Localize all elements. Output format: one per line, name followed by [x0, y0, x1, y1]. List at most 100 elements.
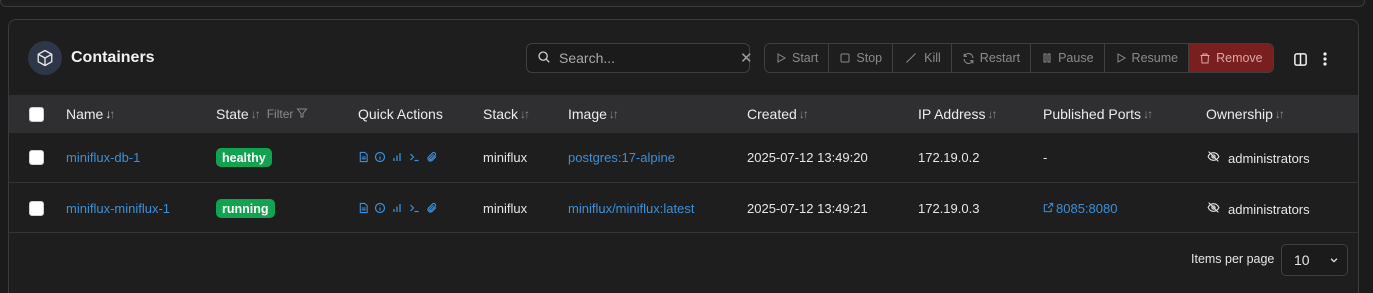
eye-off-icon — [1207, 201, 1220, 217]
restart-button[interactable]: Restart — [951, 44, 1032, 72]
search-input[interactable] — [559, 50, 740, 66]
column-name-label: Name — [66, 106, 104, 122]
trash-icon — [1199, 52, 1211, 65]
image-link[interactable]: miniflux/miniflux:latest — [568, 201, 694, 216]
columns-icon[interactable] — [1292, 51, 1308, 67]
stats-icon[interactable] — [391, 151, 403, 163]
sort-icon: ↓↑ — [1274, 107, 1285, 121]
column-created-label: Created — [747, 106, 797, 122]
sort-icon: ↓↑ — [250, 107, 261, 121]
cube-icon — [28, 41, 62, 75]
restart-label: Restart — [979, 51, 1021, 65]
ownership-value: administrators — [1228, 201, 1310, 217]
page-title: Containers — [71, 49, 155, 66]
console-icon[interactable] — [408, 151, 421, 163]
column-image-label: Image — [568, 106, 607, 122]
resume-label: Resume — [1131, 51, 1179, 65]
row-checkbox[interactable] — [29, 150, 44, 165]
column-ip-label: IP Address — [918, 106, 986, 122]
sort-icon: ↓↑ — [798, 107, 809, 121]
items-per-page-value: 10 — [1294, 252, 1310, 268]
search-box[interactable]: ✕ — [526, 43, 753, 73]
table-header: Name ↓↑ State ↓↑ Filter Quick Actions St… — [9, 95, 1358, 133]
stop-button[interactable]: Stop — [829, 44, 894, 72]
chevron-down-icon — [1329, 252, 1339, 268]
column-stack-label: Stack — [483, 106, 519, 122]
logs-icon[interactable] — [358, 151, 369, 163]
ip-value: 172.19.0.2 — [918, 150, 980, 165]
created-value: 2025-07-12 13:49:21 — [747, 201, 868, 216]
filter-icon — [296, 107, 308, 122]
eye-off-icon — [1207, 150, 1220, 166]
resume-button[interactable]: Resume — [1104, 44, 1190, 72]
previous-panel-edge — [0, 0, 1365, 7]
container-name-link[interactable]: miniflux-db-1 — [66, 150, 140, 165]
column-state-label: State — [216, 106, 249, 122]
select-all-checkbox[interactable] — [29, 107, 44, 122]
state-filter[interactable]: Filter — [267, 107, 309, 122]
pause-label: Pause — [1058, 51, 1094, 65]
items-per-page-select[interactable]: 10 — [1281, 244, 1348, 276]
refresh-icon — [962, 52, 975, 65]
play-icon — [775, 52, 787, 64]
start-button[interactable]: Start — [765, 44, 830, 72]
ports-value: - — [1043, 150, 1048, 165]
start-label: Start — [792, 51, 819, 65]
table-row: miniflux-miniflux-1 running miniflux min… — [9, 183, 1358, 233]
column-state[interactable]: State ↓↑ Filter — [216, 106, 308, 122]
pause-button[interactable]: Pause — [1031, 44, 1105, 72]
column-ownership[interactable]: Ownership ↓↑ — [1206, 106, 1285, 122]
column-stack[interactable]: Stack ↓↑ — [483, 106, 530, 122]
container-actions: Start Stop Kill Restart Pause Resume Rem… — [764, 43, 1274, 73]
ports-value: 8085:8080 — [1056, 201, 1118, 216]
pause-icon — [1041, 52, 1053, 64]
column-ownership-label: Ownership — [1206, 106, 1273, 122]
filter-label: Filter — [266, 107, 294, 121]
status-badge: running — [216, 199, 275, 218]
search-icon — [537, 50, 551, 67]
panel-header: Containers ✕ Start Stop Kill R — [9, 20, 1358, 94]
slash-icon — [903, 52, 919, 64]
clear-search-icon[interactable]: ✕ — [740, 49, 753, 67]
kill-button[interactable]: Kill — [893, 44, 952, 72]
ownership-value: administrators — [1228, 150, 1310, 166]
stop-icon — [839, 52, 851, 64]
console-icon[interactable] — [408, 202, 421, 214]
attach-icon[interactable] — [426, 202, 438, 214]
container-name-link[interactable]: miniflux-miniflux-1 — [66, 201, 170, 216]
sort-icon: ↓↑ — [1143, 107, 1153, 121]
table-row: miniflux-db-1 healthy miniflux postgres:… — [9, 133, 1358, 183]
published-port-link[interactable]: 8085:8080 — [1043, 201, 1117, 216]
logs-icon[interactable] — [358, 202, 369, 214]
row-checkbox[interactable] — [29, 201, 44, 216]
column-quick-actions: Quick Actions — [358, 106, 443, 122]
column-created[interactable]: Created ↓↑ — [747, 106, 809, 122]
column-image[interactable]: Image ↓↑ — [568, 106, 619, 122]
column-name[interactable]: Name ↓↑ — [66, 106, 115, 122]
info-icon[interactable] — [374, 202, 386, 214]
kill-label: Kill — [924, 51, 941, 65]
play-icon — [1115, 52, 1127, 64]
attach-icon[interactable] — [426, 151, 438, 163]
status-badge: healthy — [216, 148, 272, 167]
info-icon[interactable] — [374, 151, 386, 163]
more-options-icon[interactable] — [1317, 51, 1333, 67]
sort-icon: ↓↑ — [520, 107, 530, 121]
remove-label: Remove — [1216, 51, 1263, 65]
created-value: 2025-07-12 13:49:20 — [747, 150, 868, 165]
stack-value: miniflux — [483, 201, 528, 216]
sort-icon: ↓↑ — [608, 107, 619, 121]
containers-panel: Containers ✕ Start Stop Kill R — [8, 19, 1359, 293]
quick-actions — [358, 202, 438, 214]
column-ip-address[interactable]: IP Address ↓↑ — [918, 106, 997, 122]
items-per-page-label: Items per page — [1191, 252, 1275, 266]
sort-icon: ↓↑ — [105, 107, 115, 121]
quick-actions — [358, 151, 438, 163]
ownership-cell: administrators — [1207, 150, 1310, 166]
image-link[interactable]: postgres:17-alpine — [568, 150, 675, 165]
column-published-ports[interactable]: Published Ports ↓↑ — [1043, 106, 1153, 122]
stack-value: miniflux — [483, 150, 528, 165]
remove-button[interactable]: Remove — [1189, 44, 1273, 72]
stats-icon[interactable] — [391, 202, 403, 214]
column-quick-actions-label: Quick Actions — [358, 106, 443, 122]
